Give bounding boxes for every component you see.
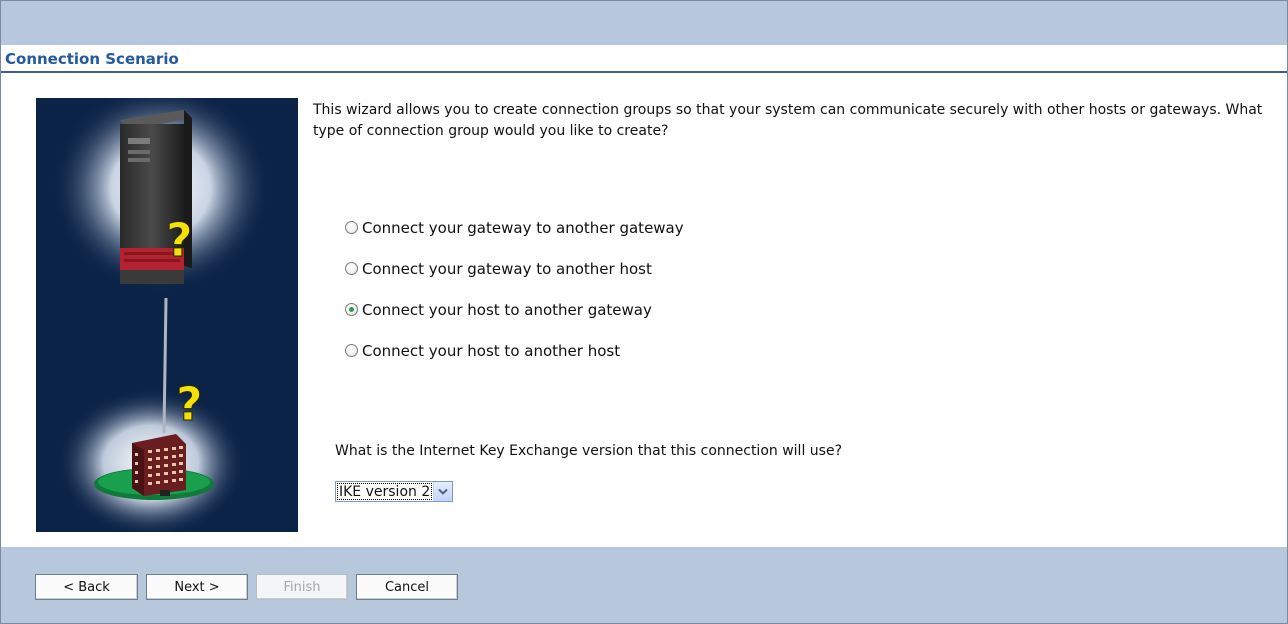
radio-button[interactable] — [345, 344, 358, 357]
section-header: Connection Scenario — [1, 45, 1287, 73]
next-button[interactable]: Next > — [146, 574, 248, 600]
wizard-intro-text: This wizard allows you to create connect… — [313, 102, 1263, 139]
radio-host-to-host[interactable]: Connect your host to another host — [345, 330, 684, 371]
connection-illustration: ? ? — [36, 98, 298, 532]
wizard-window: Connection Scenario ? ? This wizard allo… — [0, 0, 1288, 624]
ike-version-question: What is the Internet Key Exchange versio… — [335, 443, 842, 459]
ike-version-selected-value: IKE version 2 — [336, 482, 433, 501]
header-band — [1, 1, 1287, 45]
radio-host-to-gateway[interactable]: Connect your host to another gateway — [345, 289, 684, 330]
radio-label: Connect your host to another host — [362, 341, 621, 360]
radio-button[interactable] — [345, 221, 358, 234]
chevron-down-icon[interactable] — [433, 482, 453, 501]
question-mark-icon: ? — [176, 377, 203, 431]
connection-type-radio-group: Connect your gateway to another gateway … — [345, 207, 684, 371]
cancel-button[interactable]: Cancel — [356, 574, 458, 600]
question-mark-icon: ? — [166, 213, 193, 267]
radio-button[interactable] — [345, 303, 358, 316]
finish-button[interactable]: Finish — [256, 574, 348, 600]
radio-label: Connect your host to another gateway — [362, 300, 652, 319]
button-bar: < Back Next > Finish Cancel — [1, 547, 1287, 623]
radio-button[interactable] — [345, 262, 358, 275]
radio-label: Connect your gateway to another host — [362, 259, 652, 278]
radio-gateway-to-gateway[interactable]: Connect your gateway to another gateway — [345, 207, 684, 248]
ike-version-select[interactable]: IKE version 2 — [335, 481, 454, 502]
back-button[interactable]: < Back — [35, 574, 138, 600]
radio-gateway-to-host[interactable]: Connect your gateway to another host — [345, 248, 684, 289]
section-title: Connection Scenario — [5, 50, 179, 68]
radio-label: Connect your gateway to another gateway — [362, 218, 684, 237]
